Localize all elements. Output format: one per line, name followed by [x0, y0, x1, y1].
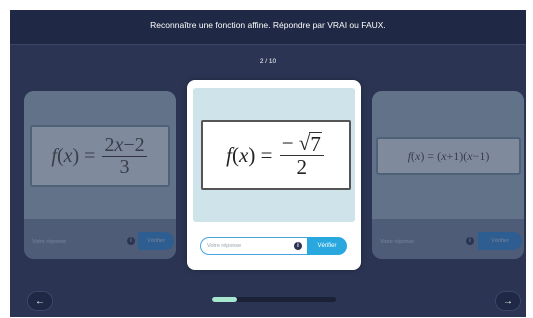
verify-button[interactable]: Vérifier	[307, 237, 347, 255]
card-answer-area: Votre réponse i Vérifier	[24, 219, 176, 259]
question-counter: 2 / 10	[259, 58, 277, 65]
current-question-card: f(x) = − √7 2 i Vérifier	[187, 80, 361, 270]
progress-fill	[212, 297, 237, 302]
card-answer-area: Votre réponse i Vérifier	[372, 219, 524, 259]
formula-box: f(x) = (x +1)(x −1)	[376, 137, 521, 175]
answer-input-disabled: Votre réponse	[32, 239, 67, 245]
answer-input-disabled: Votre réponse	[380, 239, 415, 245]
info-icon: i	[127, 237, 135, 245]
card-formula-area: f(x) = − √ 7 2	[193, 88, 355, 222]
page-title: Reconnaître une fonction affine. Répondr…	[150, 20, 386, 30]
arrow-left-icon: ←	[35, 296, 45, 307]
formula-left: f(x) = 2x−2 3	[51, 133, 147, 178]
verify-button-disabled: Vérifier	[138, 232, 174, 250]
answer-row: i Vérifier	[200, 237, 347, 257]
header-bar: Reconnaître une fonction affine. Répondr…	[10, 10, 526, 45]
info-icon: i	[466, 237, 474, 245]
formula-box: f(x) = − √ 7 2	[201, 120, 351, 190]
info-icon[interactable]: i	[294, 242, 302, 250]
card-formula-area: f(x) = 2x−2 3	[24, 91, 176, 219]
arrow-right-icon: →	[503, 296, 513, 307]
verify-button-disabled: Vérifier	[478, 232, 522, 250]
quiz-app: Reconnaître une fonction affine. Répondr…	[10, 10, 526, 317]
next-button[interactable]: →	[495, 291, 521, 311]
progress-bar	[212, 297, 336, 302]
card-formula-area: f(x) = (x +1)(x −1)	[372, 91, 524, 219]
formula-center: f(x) = − √ 7 2	[226, 132, 326, 178]
next-question-card[interactable]: f(x) = (x +1)(x −1) Votre réponse i Vérifi…	[372, 91, 524, 259]
previous-button[interactable]: ←	[27, 291, 53, 311]
formula-box: f(x) = 2x−2 3	[30, 125, 170, 187]
formula-right: f(x) = (x +1)(x −1)	[407, 148, 490, 163]
previous-question-card[interactable]: f(x) = 2x−2 3 Votre réponse i Vérifier	[24, 91, 176, 259]
answer-input[interactable]	[200, 237, 307, 255]
